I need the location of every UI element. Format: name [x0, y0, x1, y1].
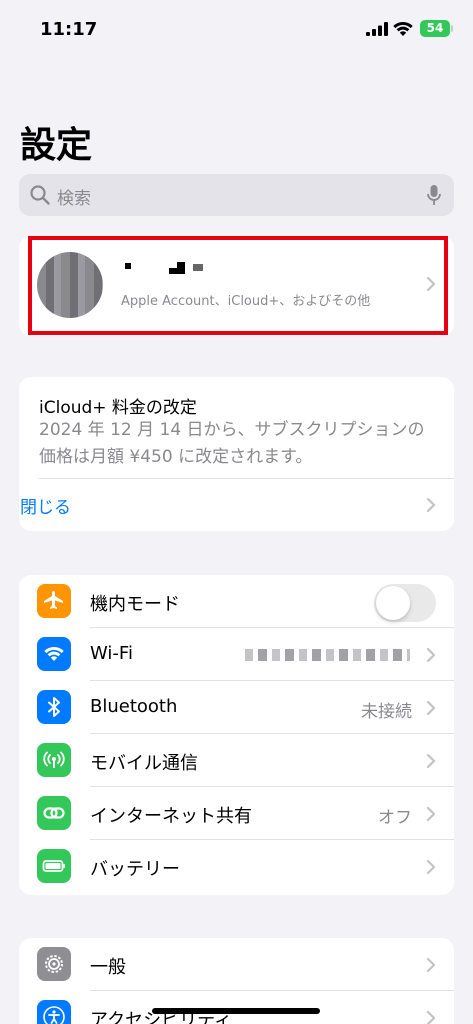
chevron-right-icon — [426, 700, 436, 716]
search-placeholder: 検索 — [57, 189, 91, 209]
home-indicator[interactable] — [152, 1008, 320, 1014]
battery-icon — [37, 849, 71, 883]
chevron-right-icon — [426, 647, 436, 663]
wifi-network-name-redacted — [245, 649, 410, 661]
status-bar: 11:17 54 — [0, 0, 473, 60]
settings-row-bluetooth[interactable]: Bluetooth 未接続 — [19, 681, 454, 734]
chevron-right-icon — [426, 497, 436, 513]
settings-row-wifi[interactable]: Wi-Fi — [19, 628, 454, 681]
cellular-signal-icon — [366, 22, 388, 36]
antenna-icon — [37, 743, 71, 777]
airplane-mode-toggle[interactable] — [374, 584, 436, 622]
close-notice-link[interactable]: 閉じる — [20, 493, 71, 518]
chevron-right-icon — [426, 957, 436, 973]
chevron-right-icon — [426, 859, 436, 875]
chevron-right-icon — [426, 806, 436, 822]
search-icon — [30, 185, 50, 205]
settings-row-mobile-data[interactable]: モバイル通信 — [19, 734, 454, 787]
divider — [39, 478, 454, 479]
microphone-icon[interactable] — [426, 184, 442, 206]
chevron-right-icon — [426, 1010, 436, 1024]
airplane-icon — [37, 584, 71, 618]
row-label: Bluetooth — [90, 696, 178, 717]
settings-row-general[interactable]: 一般 — [19, 938, 454, 991]
battery-level-icon: 54 — [420, 20, 453, 37]
row-label: モバイル通信 — [90, 753, 198, 774]
wifi-icon — [37, 637, 71, 671]
link-icon — [37, 796, 71, 830]
settings-row-battery[interactable]: バッテリー — [19, 840, 454, 893]
settings-row-airplane-mode[interactable]: 機内モード — [19, 575, 454, 628]
wifi-status-icon — [393, 21, 413, 36]
status-time: 11:17 — [40, 19, 98, 40]
highlight-box — [28, 236, 448, 335]
row-value: 未接続 — [361, 702, 412, 722]
notice-title: iCloud+ 料金の改定 — [39, 398, 197, 418]
settings-row-personal-hotspot[interactable]: インターネット共有 オフ — [19, 787, 454, 840]
row-label: 一般 — [90, 957, 126, 978]
row-label: インターネット共有 — [90, 806, 252, 827]
accessibility-icon — [37, 1000, 71, 1024]
chevron-right-icon — [426, 753, 436, 769]
page-title: 設定 — [20, 125, 93, 166]
bluetooth-icon — [37, 690, 71, 724]
gear-icon — [37, 947, 71, 981]
row-label: バッテリー — [90, 859, 180, 880]
notice-body: 2024 年 12 月 14 日から、サブスクリプションの価格は月額 ¥450 … — [39, 420, 425, 467]
icloud-notice-card: iCloud+ 料金の改定 2024 年 12 月 14 日から、サブスクリプシ… — [19, 377, 454, 531]
search-field[interactable]: 検索 — [19, 174, 454, 216]
row-label: Wi-Fi — [90, 643, 133, 664]
row-value: オフ — [378, 808, 412, 828]
connectivity-settings-group: 機内モード Wi-Fi Bluetooth 未接続 モバイル通信 インターネット… — [19, 575, 454, 895]
row-label: 機内モード — [90, 594, 180, 615]
